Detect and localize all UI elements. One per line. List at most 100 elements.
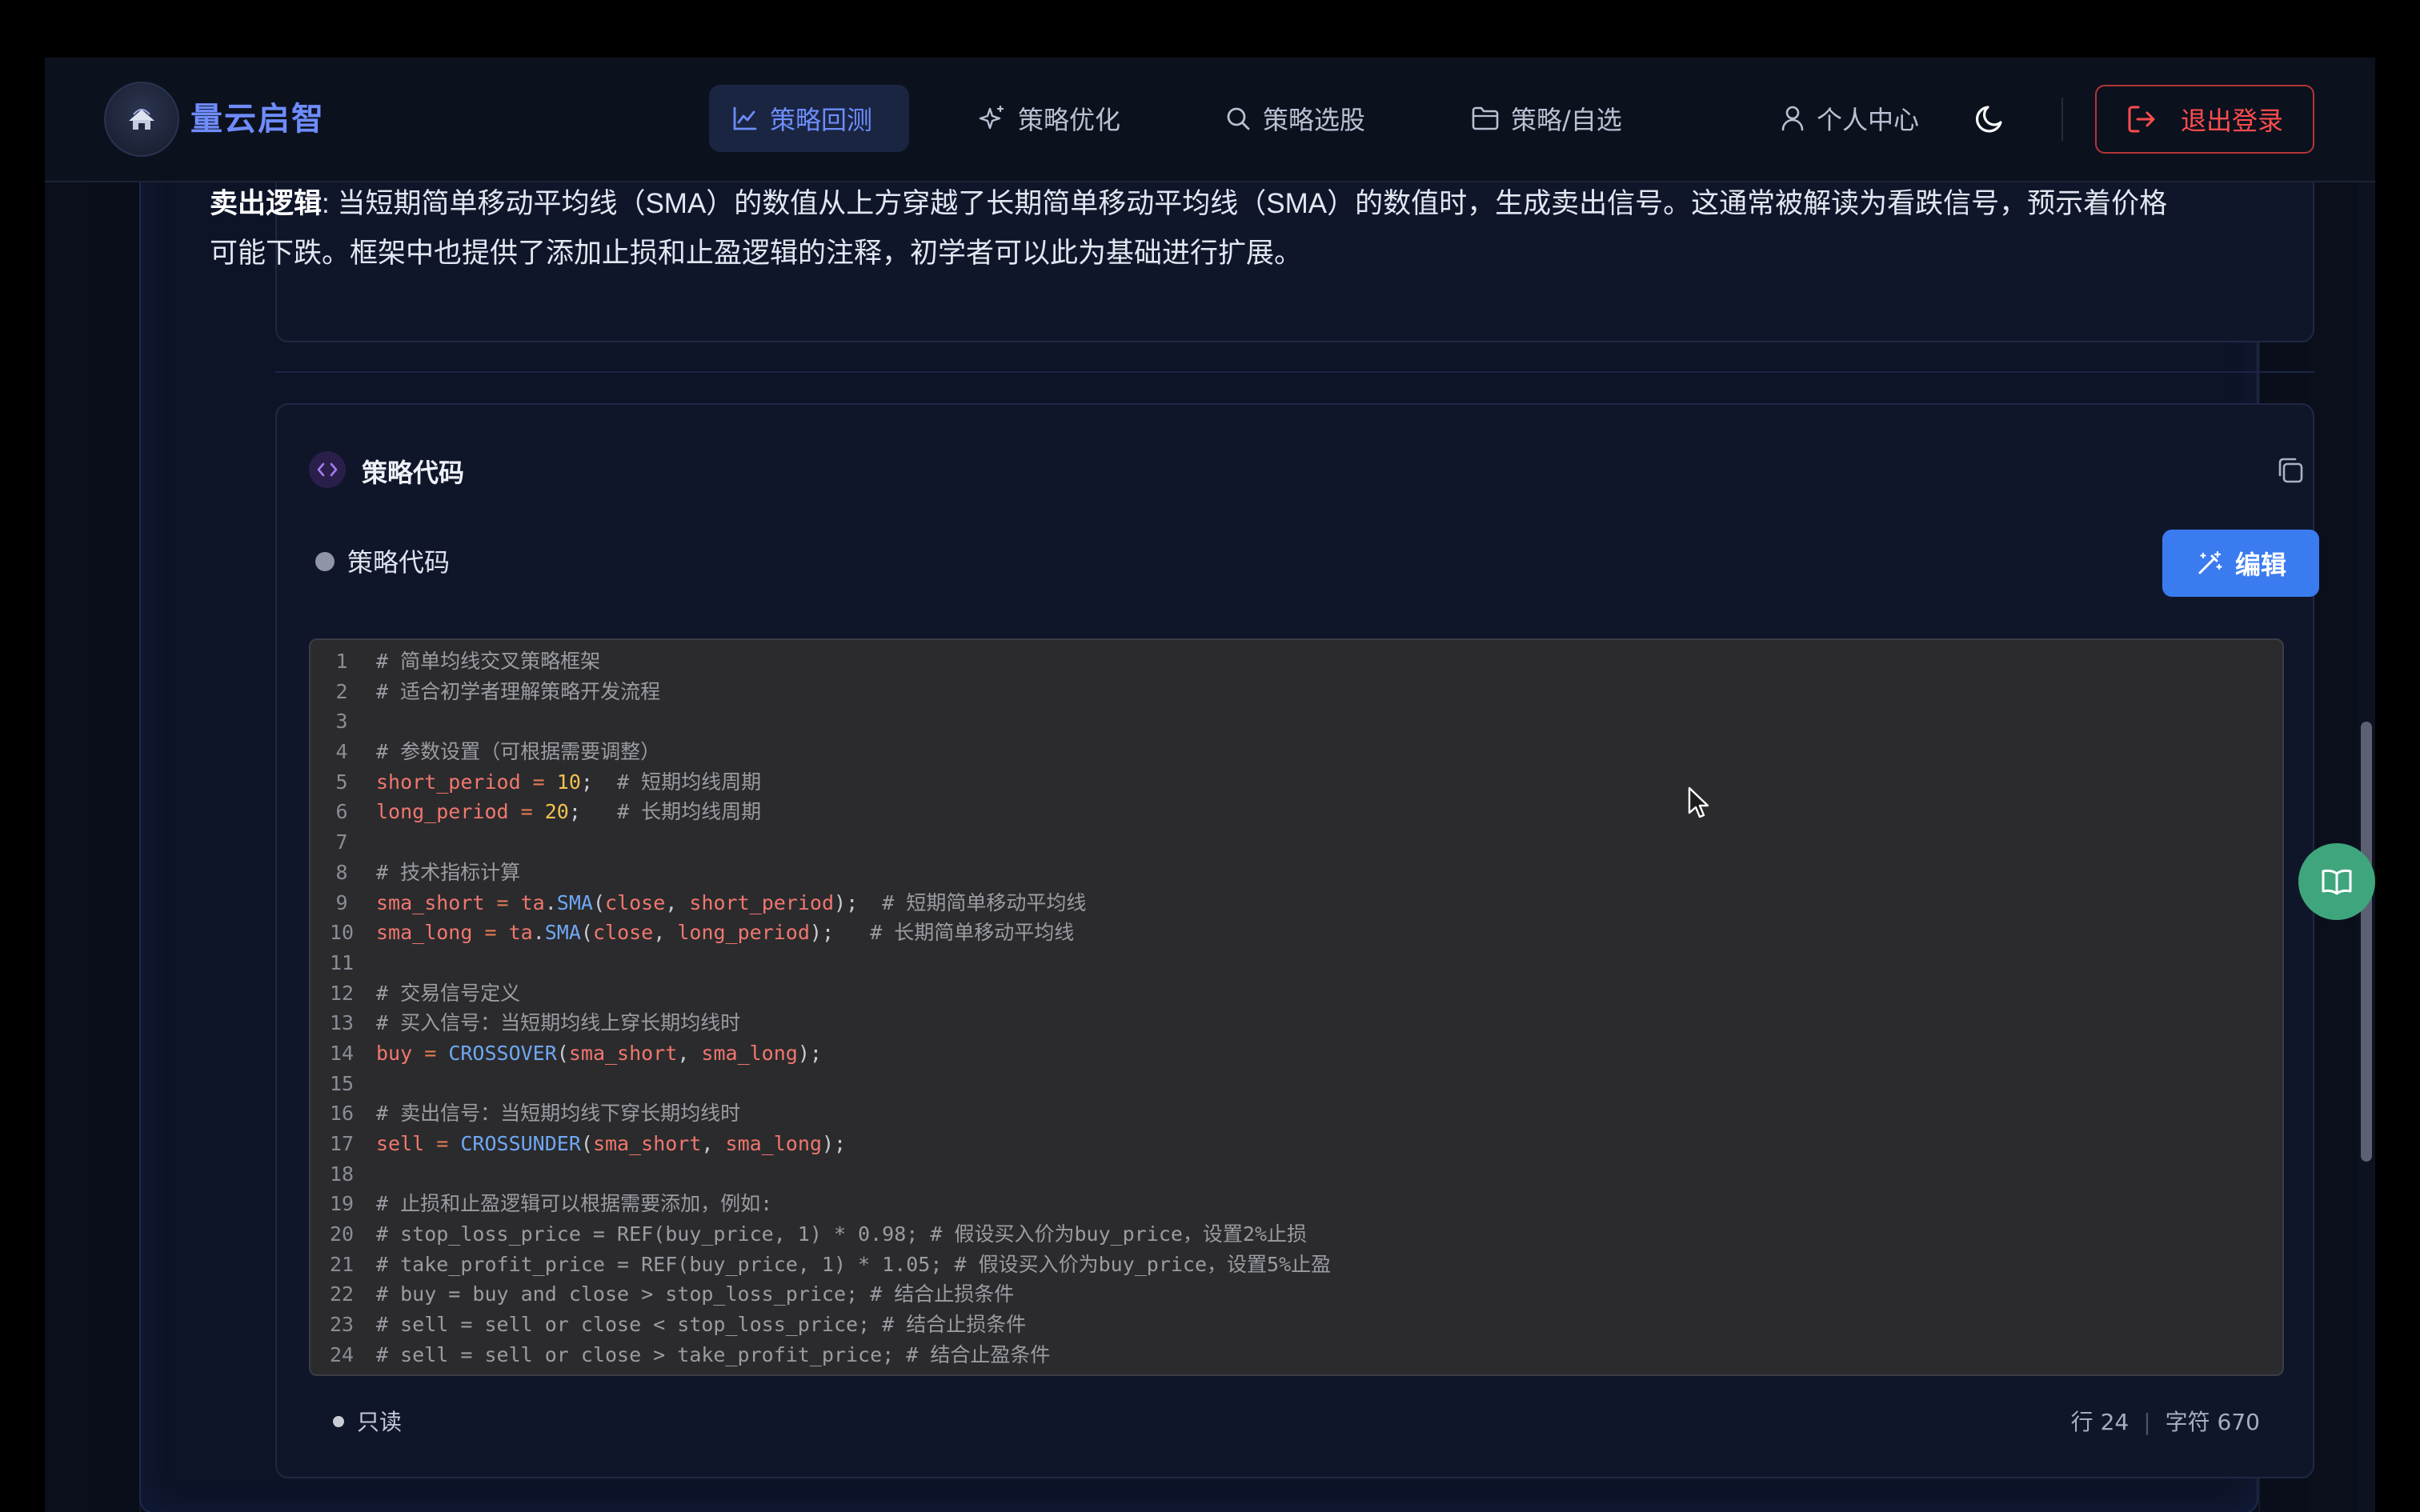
- line-count: 行 24: [2070, 1409, 2130, 1435]
- code-line: 15: [311, 1069, 2282, 1099]
- nav-stock-picking[interactable]: 策略选股: [1202, 85, 1402, 152]
- line-number: 24: [329, 1342, 355, 1366]
- code-line: 20 # stop_loss_price = REF(buy_price, 1) …: [311, 1219, 2282, 1250]
- line-number: 3: [335, 710, 348, 734]
- code-token: =: [472, 921, 509, 945]
- code-line: 21 # take_profit_price = REF(buy_price, 1…: [311, 1250, 2282, 1280]
- code-token: sma_long: [701, 1041, 798, 1065]
- code-line: 11: [311, 948, 2282, 978]
- code-text: # 参数设置（可根据需要调整）: [373, 737, 660, 767]
- code-text: # sell = sell or close > take_profit_pri…: [373, 1340, 1050, 1370]
- line-number: 20: [329, 1222, 355, 1246]
- code-line: 14 buy = CROSSOVER(sma_short, sma_long);: [311, 1038, 2282, 1069]
- user-icon: [1781, 106, 1804, 131]
- copy-code-button[interactable]: [2274, 454, 2306, 486]
- code-text: long_period = 20; # 长期均线周期: [373, 797, 761, 827]
- code-text: # take_profit_price = REF(buy_price, 1) …: [373, 1250, 1331, 1280]
- nav-label: 策略优化: [1018, 105, 1121, 135]
- logout-label: 退出登录: [2180, 106, 2283, 136]
- code-token: (: [580, 921, 593, 945]
- edit-button-label: 编辑: [2234, 550, 2286, 580]
- code-token: sma_long: [376, 921, 473, 945]
- code-token: # 止损和止盈逻辑可以根据需要添加，例如:: [376, 1192, 773, 1216]
- code-token: # 简单均线交叉策略框架: [376, 650, 601, 673]
- code-text: buy = CROSSOVER(sma_short, sma_long);: [373, 1038, 822, 1069]
- line-number: 19: [329, 1192, 355, 1216]
- line-number: 22: [329, 1282, 355, 1306]
- line-number: 11: [329, 950, 355, 974]
- code-token: sma_short: [592, 1132, 702, 1155]
- mouse-cursor-icon: [1688, 786, 1709, 818]
- code-line: 22 # buy = buy and close > stop_loss_pric…: [311, 1279, 2282, 1310]
- code-token: (: [556, 1041, 569, 1065]
- code-token: sma_short: [568, 1041, 678, 1065]
- nav-profile[interactable]: 个人中心: [1757, 85, 1957, 152]
- code-line: 13 # 买入信号：当短期均线上穿长期均线时: [311, 1008, 2282, 1038]
- code-token: ;: [580, 770, 618, 794]
- code-token: ,: [677, 1041, 702, 1065]
- line-number: 13: [329, 1011, 355, 1035]
- brand-title: 量云启智: [190, 101, 325, 138]
- sell-logic-body: : 当短期简单移动平均线（SMA）的数值从上方穿越了长期简单移动平均线（SMA）…: [210, 188, 2168, 269]
- code-token: # buy = buy and close > stop_loss_price;…: [376, 1282, 1015, 1306]
- line-number: 21: [329, 1252, 355, 1276]
- code-line: 2 # 适合初学者理解策略开发流程: [311, 677, 2282, 707]
- magic-wand-icon: [2198, 550, 2222, 574]
- code-token: # stop_loss_price = REF(buy_price, 1) * …: [376, 1222, 1308, 1246]
- nav-optimize[interactable]: 策略优化: [956, 85, 1156, 152]
- code-token: # take_profit_price = REF(buy_price, 1) …: [376, 1252, 1332, 1276]
- line-number: 6: [335, 800, 348, 824]
- left-rail: [91, 58, 141, 1512]
- nav-label: 个人中心: [1817, 105, 1920, 135]
- strategy-code-card: 策略代码 策略代码 编辑 1 # 简单均线交叉策略框架 2 # 适合初学者理解策略开发…: [275, 403, 2319, 1478]
- code-token: short_period: [689, 890, 835, 914]
- edit-code-button[interactable]: 编辑: [2162, 530, 2319, 597]
- code-line: 8 # 技术指标计算: [311, 858, 2282, 888]
- code-line: 23 # sell = sell or close < stop_loss_pri…: [311, 1310, 2282, 1340]
- nav-backtest[interactable]: 策略回测: [709, 85, 909, 152]
- code-token: SMA: [544, 921, 581, 945]
- logout-button[interactable]: 退出登录: [2095, 85, 2314, 154]
- guide-fab-button[interactable]: [2298, 843, 2375, 920]
- code-token: =: [520, 770, 557, 794]
- nav-label: 策略/自选: [1511, 105, 1622, 135]
- code-token: # 参数设置（可根据需要调整）: [376, 740, 661, 764]
- code-brackets-icon: [309, 451, 346, 488]
- top-navbar: 量云启智 策略回测 策略优化 策略选股 策略/自选 个人中心 退出登录: [45, 58, 2375, 182]
- code-token: long_period: [376, 800, 509, 824]
- code-token: CROSSOVER: [448, 1041, 557, 1065]
- code-text: sma_short = ta.SMA(close, short_period);…: [373, 888, 1086, 918]
- code-token: CROSSUNDER: [460, 1132, 581, 1155]
- code-text: # 简单均线交叉策略框架: [373, 646, 600, 677]
- code-token: # sell = sell or close < stop_loss_price…: [376, 1313, 1027, 1337]
- nav-strategy-watchlist[interactable]: 策略/自选: [1448, 85, 1681, 152]
- book-open-icon: [2322, 869, 2352, 895]
- nav-label: 策略回测: [770, 105, 873, 135]
- line-number: 14: [329, 1041, 355, 1065]
- line-number: 12: [329, 981, 355, 1005]
- code-token: .: [544, 890, 557, 914]
- line-number: 5: [335, 770, 348, 794]
- code-token: # 短期简单移动平均线: [882, 890, 1087, 914]
- line-number: 8: [335, 860, 348, 884]
- char-count: 字符 670: [2165, 1409, 2260, 1435]
- page-scrollbar-thumb[interactable]: [2361, 722, 2372, 1162]
- code-editor[interactable]: 1 # 简单均线交叉策略框架 2 # 适合初学者理解策略开发流程 3 4 # 参数设置（可根…: [309, 638, 2284, 1376]
- sell-logic-label: 卖出逻辑: [210, 188, 323, 219]
- code-line: 6 long_period = 20; # 长期均线周期: [311, 797, 2282, 827]
- app-window: 策略代码 策略代码 编辑 1 # 简单均线交叉策略框架 2 # 适合初学者理解策略开发…: [45, 58, 2375, 1512]
- brand-logo[interactable]: [104, 82, 179, 157]
- code-token: );: [797, 1041, 822, 1065]
- code-line: 19 # 止损和止盈逻辑可以根据需要添加，例如:: [311, 1189, 2282, 1219]
- theme-toggle-button[interactable]: [1972, 101, 2009, 138]
- logout-icon: [2128, 106, 2155, 133]
- editor-stats: 行 24 | 字符 670: [2071, 1405, 2260, 1437]
- sparkles-icon: [979, 105, 1004, 130]
- line-number: 1: [335, 650, 348, 673]
- code-token: (: [580, 1132, 593, 1155]
- code-token: # 买入信号：当短期均线上穿长期均线时: [376, 1011, 741, 1035]
- code-line: 24 # sell = sell or close > take_profit_p…: [311, 1340, 2282, 1370]
- code-line: 4 # 参数设置（可根据需要调整）: [311, 737, 2282, 767]
- code-token: sma_long: [725, 1132, 822, 1155]
